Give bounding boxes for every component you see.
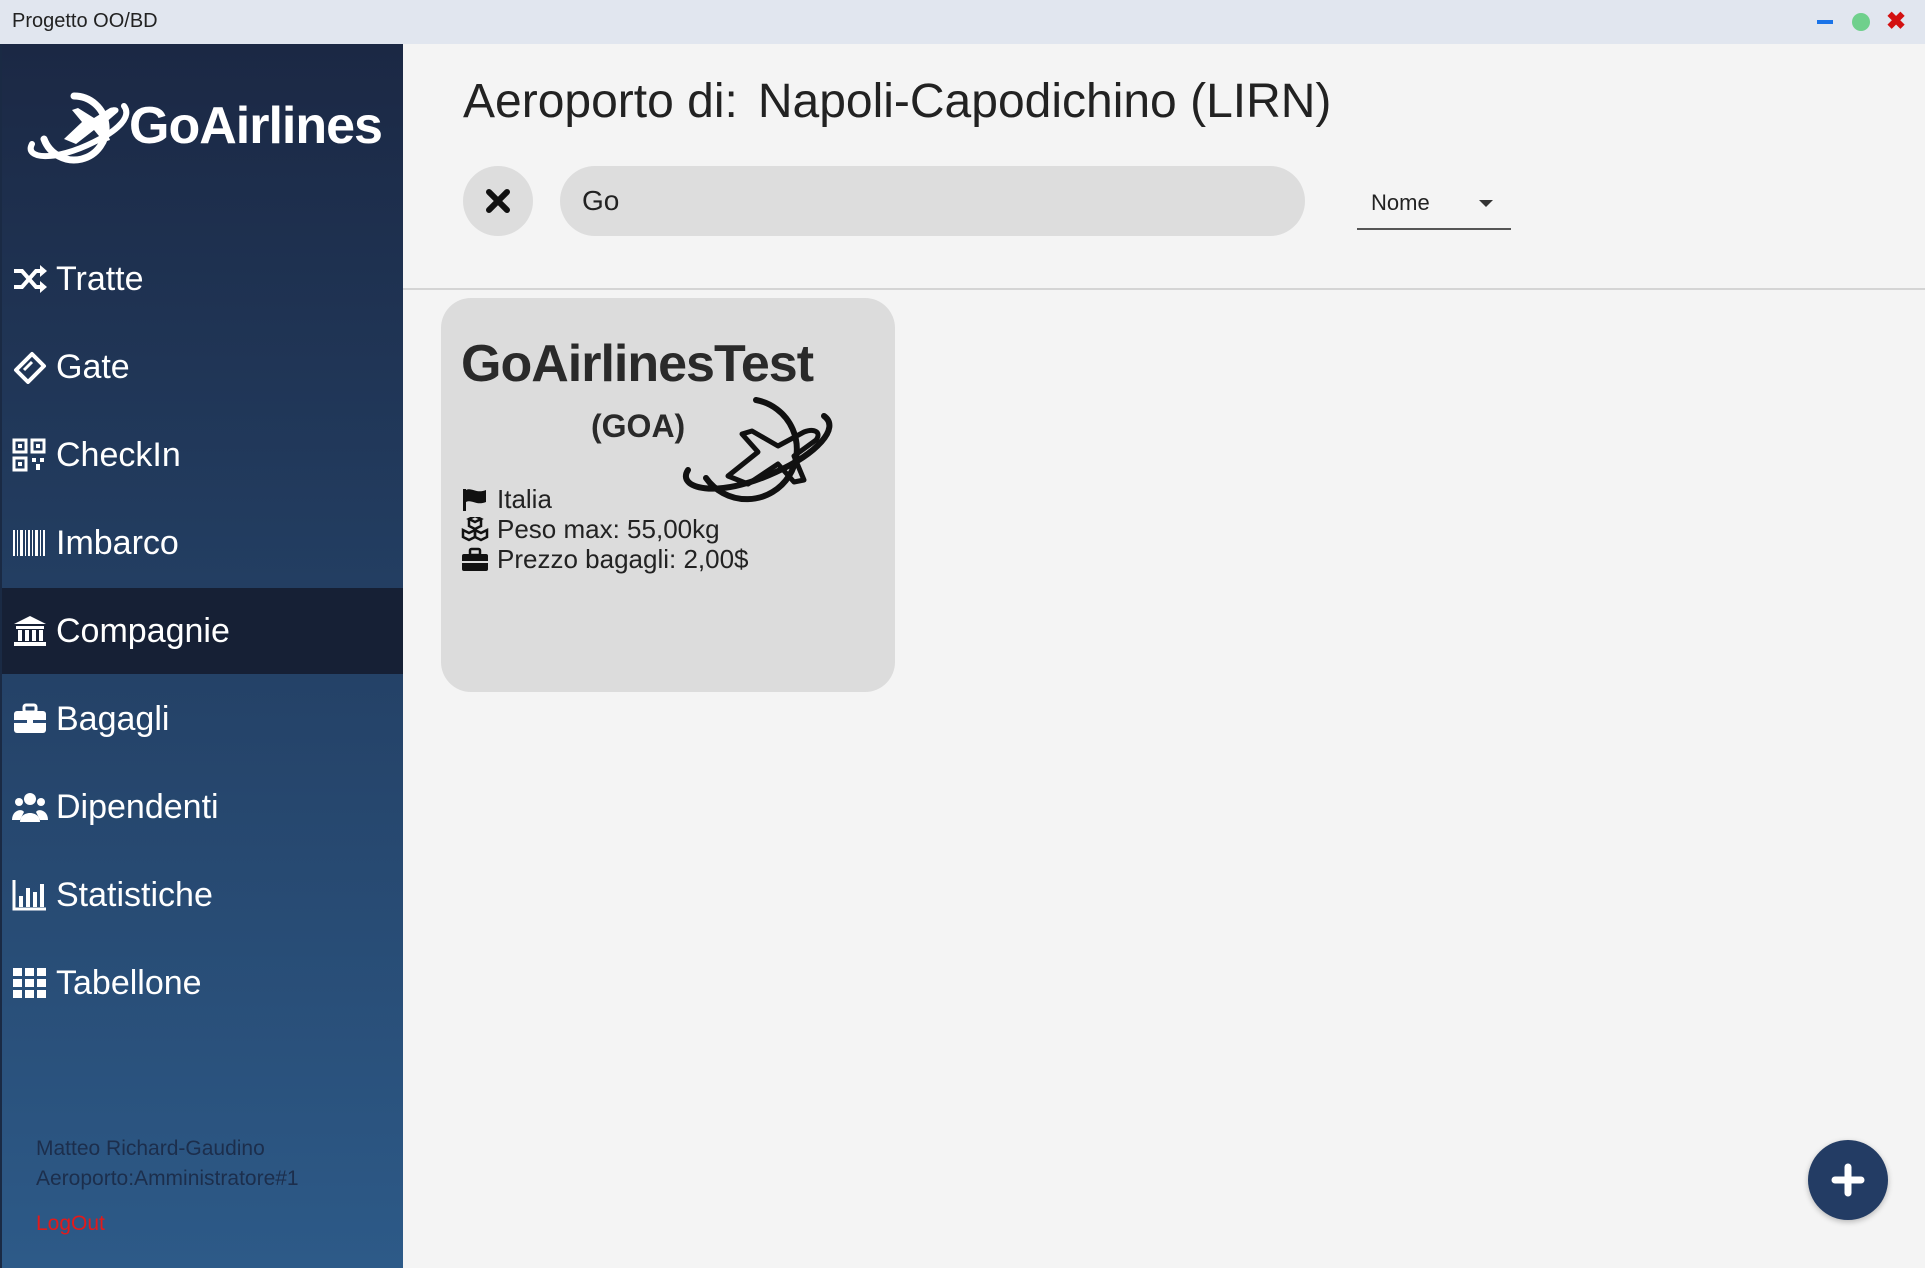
sidebar-item-label: Tratte	[56, 259, 144, 298]
sidebar-item-label: Gate	[56, 347, 130, 386]
airplane-globe-icon	[683, 397, 833, 503]
maximize-button[interactable]	[1851, 12, 1871, 32]
sidebar-item-label: Dipendenti	[56, 787, 219, 826]
search-input[interactable]	[560, 166, 1305, 236]
sidebar-item-label: Statistiche	[56, 875, 213, 914]
flag-icon	[461, 487, 489, 513]
page-title-prefix: Aeroporto di:	[463, 75, 738, 128]
sidebar-item-tabellone[interactable]: Tabellone	[2, 940, 403, 1026]
barcode-icon	[12, 526, 48, 560]
page-header: Aeroporto di: Napoli-Capodichino (LIRN) N…	[403, 44, 1925, 290]
sidebar-item-compagnie[interactable]: Compagnie	[2, 588, 403, 674]
page-title: Aeroporto di: Napoli-Capodichino (LIRN)	[463, 74, 1351, 129]
add-company-button[interactable]	[1808, 1140, 1888, 1220]
company-weight: Peso max: 55,00kg	[461, 514, 720, 545]
user-info: Matteo Richard-Gaudino Aeroporto:Amminis…	[36, 1134, 299, 1194]
ticket-icon	[12, 350, 48, 384]
suitcase-icon	[461, 547, 489, 573]
logout-link[interactable]: LogOut	[36, 1212, 105, 1236]
company-weight-label: Peso max: 55,00kg	[497, 514, 720, 544]
sidebar-item-label: CheckIn	[56, 435, 181, 474]
company-country: Italia	[461, 484, 552, 515]
bank-icon	[12, 614, 48, 648]
sidebar-item-dipendenti[interactable]: Dipendenti	[2, 764, 403, 850]
company-country-label: Italia	[497, 484, 552, 514]
shuffle-icon	[12, 262, 48, 296]
minimize-button[interactable]	[1815, 12, 1835, 32]
sort-selected-value: Nome	[1371, 190, 1430, 215]
cubes-icon	[461, 514, 489, 543]
company-name: GoAirlinesTest	[461, 335, 814, 393]
brand-logo: GoAirlines	[24, 84, 384, 174]
plus-icon	[1831, 1163, 1865, 1197]
sidebar-item-label: Compagnie	[56, 611, 230, 650]
window-title: Progetto OO/BD	[12, 10, 158, 32]
sidebar-item-statistiche[interactable]: Statistiche	[2, 852, 403, 938]
airport-name: Napoli-Capodichino (LIRN)	[757, 75, 1332, 128]
main-content: Aeroporto di: Napoli-Capodichino (LIRN) N…	[403, 44, 1925, 1268]
sidebar: GoAirlines Tratte Gate CheckIn Imbarco C…	[0, 44, 403, 1268]
close-icon	[486, 189, 510, 213]
user-role: Aeroporto:Amministratore#1	[36, 1167, 299, 1190]
sidebar-item-gate[interactable]: Gate	[2, 324, 403, 410]
sidebar-item-label: Bagagli	[56, 699, 170, 738]
title-bar: Progetto OO/BD ✖	[0, 0, 1925, 44]
clear-search-button[interactable]	[463, 166, 533, 236]
sort-dropdown[interactable]: Nome	[1357, 182, 1511, 230]
airplane-globe-icon	[27, 92, 130, 164]
grid-icon	[12, 966, 48, 1000]
sidebar-item-imbarco[interactable]: Imbarco	[2, 500, 403, 586]
bar-chart-icon	[12, 878, 48, 912]
user-name: Matteo Richard-Gaudino	[36, 1137, 265, 1160]
sidebar-item-label: Imbarco	[56, 523, 179, 562]
sidebar-item-checkin[interactable]: CheckIn	[2, 412, 403, 498]
sidebar-item-label: Tabellone	[56, 963, 202, 1002]
qrcode-icon	[12, 438, 48, 472]
users-icon	[12, 790, 48, 824]
brand-name: GoAirlines	[129, 97, 383, 155]
sidebar-item-bagagli[interactable]: Bagagli	[2, 676, 403, 762]
company-card[interactable]: GoAirlinesTest (GOA) Italia Peso max: 55…	[441, 298, 895, 692]
company-price: Prezzo bagagli: 2,00$	[461, 544, 749, 575]
sidebar-item-tratte[interactable]: Tratte	[2, 236, 403, 322]
suitcase-icon	[12, 702, 48, 736]
chevron-down-icon	[1479, 200, 1493, 207]
close-window-button[interactable]: ✖	[1886, 10, 1906, 34]
company-price-label: Prezzo bagagli: 2,00$	[497, 544, 749, 574]
